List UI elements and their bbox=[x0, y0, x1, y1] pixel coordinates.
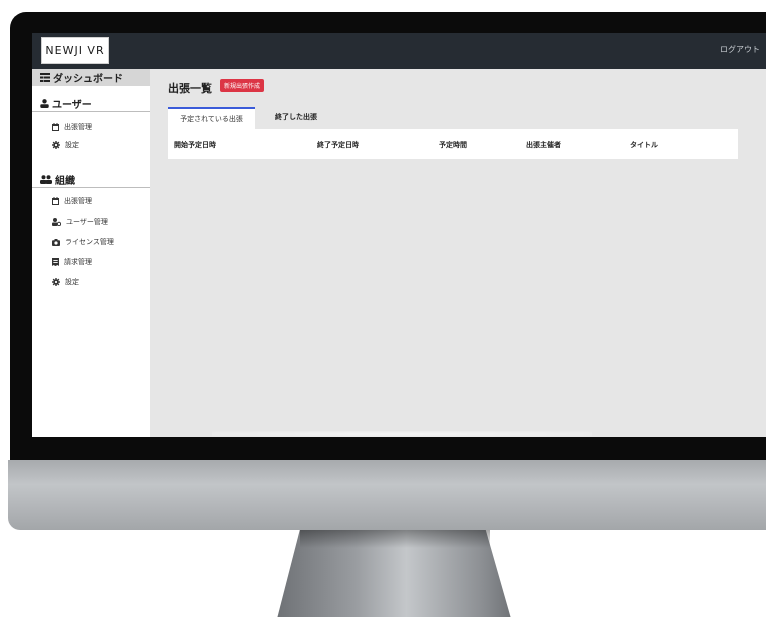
tab-finished-trips[interactable]: 終了した出張 bbox=[275, 112, 317, 122]
tab-scheduled-trips[interactable]: 予定されている出張 bbox=[168, 107, 255, 129]
sidebar-item-org-billing[interactable]: 請求管理 bbox=[52, 255, 92, 269]
sidebar-item-user-settings[interactable]: 設定 bbox=[52, 138, 79, 152]
column-header-organizer[interactable]: 出張主催者 bbox=[526, 140, 561, 150]
sidebar-item-label: 出張管理 bbox=[64, 197, 92, 205]
monitor-chin bbox=[8, 460, 766, 530]
user-gear-icon bbox=[52, 218, 61, 226]
logo-text: NEWJI VR bbox=[45, 44, 105, 57]
sidebar-item-label: 設定 bbox=[65, 278, 79, 286]
calendar-icon bbox=[52, 197, 59, 205]
sidebar-item-label: ダッシュボード bbox=[53, 74, 123, 85]
stand-shadow bbox=[300, 530, 490, 548]
invoice-icon bbox=[52, 258, 59, 266]
sidebar-item-org-settings[interactable]: 設定 bbox=[52, 275, 79, 289]
sidebar-item-label: 請求管理 bbox=[64, 258, 92, 266]
sidebar-section-user: ユーザー bbox=[32, 95, 150, 112]
logout-link[interactable]: ログアウト bbox=[720, 44, 760, 55]
user-icon bbox=[40, 98, 49, 108]
sidebar-item-label: ユーザー管理 bbox=[66, 218, 108, 226]
sidebar: ダッシュボード ユーザー 出張管理 設定 組織 出張管理 ユーザー管理 ライセン… bbox=[32, 69, 150, 437]
section-title: 組織 bbox=[55, 175, 75, 187]
sidebar-item-org-users[interactable]: ユーザー管理 bbox=[52, 215, 108, 229]
gear-icon bbox=[52, 141, 60, 149]
sidebar-item-org-trips[interactable]: 出張管理 bbox=[52, 194, 92, 208]
top-navbar: NEWJI VR ログアウト bbox=[32, 33, 766, 69]
column-header-end[interactable]: 終了予定日時 bbox=[317, 140, 359, 150]
sidebar-item-label: ライセンス管理 bbox=[65, 238, 114, 246]
column-header-start[interactable]: 開始予定日時 bbox=[174, 140, 216, 150]
sidebar-section-org: 組織 bbox=[32, 171, 150, 188]
sidebar-item-label: 出張管理 bbox=[64, 123, 92, 131]
new-trip-button[interactable]: 新規出張作成 bbox=[220, 79, 265, 92]
screen: NEWJI VR ログアウト ダッシュボード ユーザー 出張管理 設定 組織 出… bbox=[32, 33, 766, 437]
camera-icon bbox=[52, 238, 60, 246]
column-header-title[interactable]: タイトル bbox=[630, 140, 658, 150]
page-title: 出張一覧 bbox=[168, 82, 212, 95]
table-icon bbox=[40, 73, 50, 82]
column-header-duration[interactable]: 予定時間 bbox=[439, 140, 467, 150]
calendar-icon bbox=[52, 123, 59, 131]
users-icon bbox=[40, 174, 52, 184]
sidebar-item-label: 設定 bbox=[65, 141, 79, 149]
monitor-mockup: NEWJI VR ログアウト ダッシュボード ユーザー 出張管理 設定 組織 出… bbox=[0, 0, 766, 617]
section-title: ユーザー bbox=[52, 99, 92, 111]
logo[interactable]: NEWJI VR bbox=[41, 37, 109, 64]
sidebar-item-user-trips[interactable]: 出張管理 bbox=[52, 120, 92, 134]
table-header: 開始予定日時 終了予定日時 予定時間 出張主催者 タイトル bbox=[168, 129, 738, 159]
sidebar-item-org-license[interactable]: ライセンス管理 bbox=[52, 235, 114, 249]
sidebar-item-dashboard[interactable]: ダッシュボード bbox=[32, 69, 150, 86]
gear-icon bbox=[52, 278, 60, 286]
screen-glare bbox=[212, 431, 592, 437]
